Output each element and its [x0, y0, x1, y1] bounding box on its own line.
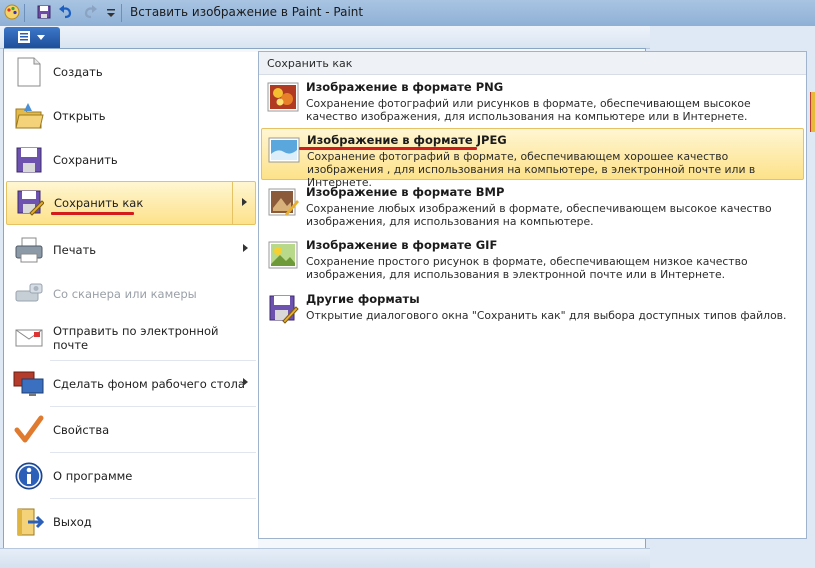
- open-folder-icon: [12, 99, 46, 133]
- menu-divider: [50, 360, 256, 361]
- undo-icon[interactable]: [58, 4, 74, 20]
- menu-item-label: Создать: [53, 65, 103, 79]
- menu-item-label: Отправить по электронной почте: [53, 324, 219, 352]
- save-icon[interactable]: [36, 4, 52, 20]
- menu-item-scanner[interactable]: Со сканера или камеры: [6, 272, 256, 316]
- info-icon: [12, 459, 46, 493]
- menu-item-label: Сохранить как: [54, 196, 144, 210]
- quick-access-separator: [24, 4, 25, 22]
- menu-item-about[interactable]: О программе: [6, 454, 256, 498]
- menu-item-print[interactable]: Печать: [6, 228, 256, 272]
- format-title: Изображение в формате PNG: [306, 80, 504, 94]
- format-description: Сохранение простого рисунок в формате, о…: [306, 255, 748, 281]
- menu-item-email[interactable]: Отправить по электронной почте: [6, 316, 256, 360]
- annotation-underline: [299, 147, 477, 150]
- menu-item-label: Сделать фоном рабочего стола: [53, 377, 245, 391]
- format-title: Изображение в формате GIF: [306, 238, 498, 252]
- format-description: Сохранение любых изображений в формате, …: [306, 202, 772, 228]
- customize-dropdown-icon[interactable]: [103, 4, 119, 20]
- scanner-icon: [12, 277, 46, 311]
- annotation-underline: [51, 212, 134, 215]
- status-bar: [0, 548, 650, 568]
- format-title: Другие форматы: [306, 292, 420, 306]
- menu-item-label: Открыть: [53, 109, 106, 123]
- exit-icon: [12, 505, 46, 539]
- other-formats-icon: [269, 295, 299, 324]
- save-as-gif[interactable]: Изображение в формате GIF Сохранение про…: [261, 234, 804, 286]
- printer-icon: [12, 233, 46, 267]
- chevron-down-icon: [37, 35, 45, 40]
- file-menu-icon: [18, 31, 30, 43]
- menu-divider: [50, 498, 256, 499]
- png-format-icon: [267, 82, 299, 112]
- save-icon: [12, 143, 46, 177]
- save-as-header: Сохранить как: [259, 52, 806, 75]
- save-as-png[interactable]: Изображение в формате PNG Сохранение фот…: [261, 76, 804, 128]
- format-description: Открытие диалогового окна "Сохранить как…: [306, 309, 787, 322]
- menu-item-label: О программе: [53, 469, 133, 483]
- menu-divider: [50, 452, 256, 453]
- paint-app-icon[interactable]: [4, 4, 20, 20]
- format-description: Сохранение фотографий или рисунков в фор…: [306, 97, 751, 123]
- menu-item-label: Печать: [53, 243, 97, 257]
- file-menu-button[interactable]: [4, 27, 60, 48]
- menu-item-label: Со сканера или камеры: [53, 287, 197, 301]
- menu-item-exit[interactable]: Выход: [6, 500, 256, 544]
- redo-icon[interactable]: [82, 4, 98, 20]
- save-as-icon: [13, 186, 47, 220]
- desktop-background-icon: [12, 367, 46, 401]
- chevron-right-icon: [242, 198, 247, 206]
- chevron-right-icon: [243, 378, 248, 386]
- checkmark-icon: [12, 413, 46, 447]
- format-title: Изображение в формате BMP: [306, 185, 505, 199]
- menu-item-open[interactable]: Открыть: [6, 94, 256, 138]
- new-document-icon: [12, 55, 46, 89]
- save-as-header-label: Сохранить как: [267, 57, 353, 70]
- title-bar: Вставить изображение в Paint - Paint: [0, 0, 815, 27]
- ribbon-tab-strip: [0, 26, 650, 49]
- menu-item-label: Выход: [53, 515, 92, 529]
- menu-item-new[interactable]: Создать: [6, 50, 256, 94]
- menu-item-properties[interactable]: Свойства: [6, 408, 256, 452]
- menu-item-label: Сохранить: [53, 153, 118, 167]
- chevron-right-icon: [243, 244, 248, 252]
- save-as-other-formats[interactable]: Другие форматы Открытие диалогового окна…: [261, 288, 804, 340]
- menu-divider: [50, 406, 256, 407]
- bmp-format-icon: [268, 188, 299, 216]
- menu-item-save[interactable]: Сохранить: [6, 138, 256, 182]
- save-as-bmp[interactable]: Изображение в формате BMP Сохранение люб…: [261, 181, 804, 233]
- menu-item-label: Свойства: [53, 423, 110, 437]
- window-title: Вставить изображение в Paint - Paint: [130, 5, 364, 19]
- title-separator: [121, 4, 122, 22]
- email-icon: [12, 321, 46, 355]
- gif-format-icon: [268, 241, 298, 269]
- jpeg-format-icon: [268, 137, 300, 163]
- menu-item-save-as[interactable]: Сохранить как: [6, 181, 256, 225]
- format-title: Изображение в формате JPEG: [307, 133, 507, 147]
- menu-item-desktop-background[interactable]: Сделать фоном рабочего стола: [6, 362, 256, 406]
- save-as-jpeg[interactable]: Изображение в формате JPEG Сохранение фо…: [261, 128, 804, 189]
- canvas-image-edge: [810, 92, 815, 132]
